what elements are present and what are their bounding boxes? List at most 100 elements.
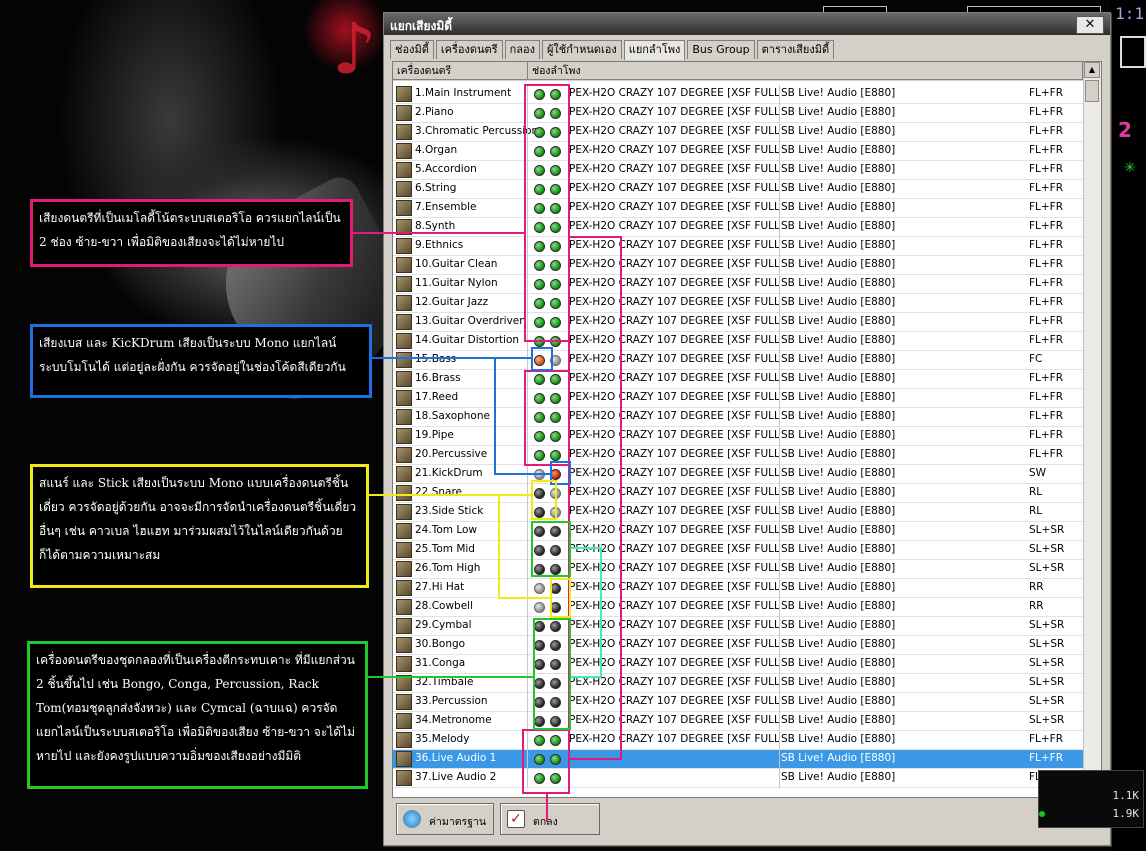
table-row[interactable]: 19.Pipe PEX-H2O CRAZY 107 DEGREE [XSF FUL…	[393, 427, 1083, 446]
channel-led-icon[interactable]	[550, 697, 561, 708]
channel-led-icon[interactable]	[550, 659, 561, 670]
tab-midi-channel[interactable]: ช่องมิดี้	[390, 40, 434, 59]
speaker-list[interactable]: เครื่องดนตรี ช่องลำโพง 1.Main Instrument…	[392, 61, 1102, 798]
table-row[interactable]: 9.Ethnics PEX-H2O CRAZY 107 DEGREE [XSF F…	[393, 237, 1083, 256]
channel-led-icon[interactable]	[550, 412, 561, 423]
table-row[interactable]: 35.Melody PEX-H2O CRAZY 107 DEGREE [XSF F…	[393, 731, 1083, 750]
channel-led-icon[interactable]	[550, 469, 561, 480]
channel-led-icon[interactable]	[534, 564, 545, 575]
channel-led-icon[interactable]	[550, 488, 561, 499]
table-row[interactable]: 30.Bongo PEX-H2O CRAZY 107 DEGREE [XSF FU…	[393, 636, 1083, 655]
channel-led-icon[interactable]	[534, 260, 545, 271]
channel-led-icon[interactable]	[534, 317, 545, 328]
channel-led-icon[interactable]	[534, 659, 545, 670]
channel-led-icon[interactable]	[550, 146, 561, 157]
channel-led-icon[interactable]	[550, 526, 561, 537]
ok-button[interactable]: ✓ ตกลง	[500, 803, 600, 835]
channel-led-icon[interactable]	[534, 773, 545, 784]
channel-led-icon[interactable]	[534, 336, 545, 347]
table-row[interactable]: 36.Live Audio 1 SB Live! Audio [E880] FL+F…	[393, 750, 1083, 769]
tab-drum[interactable]: กลอง	[504, 40, 540, 59]
channel-led-icon[interactable]	[550, 716, 561, 727]
table-row[interactable]: 22.Snare PEX-H2O CRAZY 107 DEGREE [XSF FU…	[393, 484, 1083, 503]
column-header-speaker-channel[interactable]: ช่องลำโพง	[528, 62, 1083, 80]
channel-led-icon[interactable]	[534, 640, 545, 651]
channel-led-icon[interactable]	[534, 298, 545, 309]
table-row[interactable]: 29.Cymbal PEX-H2O CRAZY 107 DEGREE [XSF F…	[393, 617, 1083, 636]
channel-led-icon[interactable]	[550, 564, 561, 575]
channel-led-icon[interactable]	[550, 393, 561, 404]
channel-led-icon[interactable]	[550, 773, 561, 784]
table-row[interactable]: 2.Piano PEX-H2O CRAZY 107 DEGREE [XSF FUL…	[393, 104, 1083, 123]
table-row[interactable]: 26.Tom High PEX-H2O CRAZY 107 DEGREE [XSF…	[393, 560, 1083, 579]
table-row[interactable]: 17.Reed PEX-H2O CRAZY 107 DEGREE [XSF FUL…	[393, 389, 1083, 408]
channel-led-icon[interactable]	[534, 754, 545, 765]
table-row[interactable]: 24.Tom Low PEX-H2O CRAZY 107 DEGREE [XSF …	[393, 522, 1083, 541]
channel-led-icon[interactable]	[550, 735, 561, 746]
table-row[interactable]: 25.Tom Mid PEX-H2O CRAZY 107 DEGREE [XSF …	[393, 541, 1083, 560]
table-row[interactable]: 7.Ensemble PEX-H2O CRAZY 107 DEGREE [XSF …	[393, 199, 1083, 218]
channel-led-icon[interactable]	[550, 374, 561, 385]
channel-led-icon[interactable]	[550, 431, 561, 442]
table-row[interactable]: 37.Live Audio 2SB Live! Audio [E880]FL+F…	[393, 769, 1083, 788]
table-row[interactable]: 6.String PEX-H2O CRAZY 107 DEGREE [XSF FU…	[393, 180, 1083, 199]
channel-led-icon[interactable]	[550, 678, 561, 689]
channel-led-icon[interactable]	[550, 165, 561, 176]
channel-led-icon[interactable]	[534, 222, 545, 233]
channel-led-icon[interactable]	[550, 279, 561, 290]
channel-led-icon[interactable]	[550, 108, 561, 119]
channel-led-icon[interactable]	[534, 735, 545, 746]
channel-led-icon[interactable]	[534, 526, 545, 537]
table-row[interactable]: 34.Metronome PEX-H2O CRAZY 107 DEGREE [XS…	[393, 712, 1083, 731]
channel-led-icon[interactable]	[550, 317, 561, 328]
channel-led-icon[interactable]	[534, 279, 545, 290]
channel-led-icon[interactable]	[550, 222, 561, 233]
table-row[interactable]: 33.Percussion PEX-H2O CRAZY 107 DEGREE [X…	[393, 693, 1083, 712]
channel-led-icon[interactable]	[550, 241, 561, 252]
table-row[interactable]: 15.Bass PEX-H2O CRAZY 107 DEGREE [XSF FUL…	[393, 351, 1083, 370]
table-row[interactable]: 5.Accordion PEX-H2O CRAZY 107 DEGREE [XSF…	[393, 161, 1083, 180]
tab-instrument[interactable]: เครื่องดนตรี	[435, 40, 503, 59]
vertical-scrollbar[interactable]: ▲ ▼	[1083, 62, 1101, 795]
table-row[interactable]: 13.Guitar Overdriven PEX-H2O CRAZY 107 DE…	[393, 313, 1083, 332]
channel-led-icon[interactable]	[550, 89, 561, 100]
channel-led-icon[interactable]	[534, 697, 545, 708]
tab-midi-table[interactable]: ตารางเสียงมิดี้	[756, 40, 835, 59]
table-row[interactable]: 28.Cowbell PEX-H2O CRAZY 107 DEGREE [XSF …	[393, 598, 1083, 617]
scroll-thumb[interactable]	[1085, 80, 1099, 102]
channel-led-icon[interactable]	[534, 621, 545, 632]
table-row[interactable]: 3.Chromatic Percussion PEX-H2O CRAZY 107 …	[393, 123, 1083, 142]
channel-led-icon[interactable]	[534, 412, 545, 423]
table-row[interactable]: 14.Guitar Distortion PEX-H2O CRAZY 107 DE…	[393, 332, 1083, 351]
channel-led-icon[interactable]	[534, 355, 545, 366]
channel-led-icon[interactable]	[534, 488, 545, 499]
channel-led-icon[interactable]	[534, 545, 545, 556]
channel-led-icon[interactable]	[534, 469, 545, 480]
table-row[interactable]: 20.Percussive PEX-H2O CRAZY 107 DEGREE [X…	[393, 446, 1083, 465]
table-row[interactable]: 11.Guitar Nylon PEX-H2O CRAZY 107 DEGREE …	[393, 275, 1083, 294]
channel-led-icon[interactable]	[534, 146, 545, 157]
channel-led-icon[interactable]	[550, 583, 561, 594]
channel-led-icon[interactable]	[550, 640, 561, 651]
channel-led-icon[interactable]	[550, 298, 561, 309]
channel-led-icon[interactable]	[550, 450, 561, 461]
channel-led-icon[interactable]	[534, 583, 545, 594]
table-row[interactable]: 4.Organ PEX-H2O CRAZY 107 DEGREE [XSF FUL…	[393, 142, 1083, 161]
table-row[interactable]: 10.Guitar Clean PEX-H2O CRAZY 107 DEGREE …	[393, 256, 1083, 275]
channel-led-icon[interactable]	[550, 507, 561, 518]
channel-led-icon[interactable]	[534, 184, 545, 195]
scroll-up-arrow-icon[interactable]: ▲	[1084, 62, 1100, 78]
channel-led-icon[interactable]	[550, 355, 561, 366]
channel-led-icon[interactable]	[534, 127, 545, 138]
channel-led-icon[interactable]	[550, 754, 561, 765]
tab-bus-group[interactable]: Bus Group	[687, 40, 755, 59]
channel-led-icon[interactable]	[550, 621, 561, 632]
table-row[interactable]: 16.Brass PEX-H2O CRAZY 107 DEGREE [XSF FU…	[393, 370, 1083, 389]
channel-led-icon[interactable]	[534, 431, 545, 442]
channel-led-icon[interactable]	[534, 89, 545, 100]
table-row[interactable]: 18.Saxophone PEX-H2O CRAZY 107 DEGREE [XS…	[393, 408, 1083, 427]
table-row[interactable]: 32.Timbale PEX-H2O CRAZY 107 DEGREE [XSF …	[393, 674, 1083, 693]
table-row[interactable]: 27.Hi Hat PEX-H2O CRAZY 107 DEGREE [XSF F…	[393, 579, 1083, 598]
channel-led-icon[interactable]	[550, 260, 561, 271]
channel-led-icon[interactable]	[550, 602, 561, 613]
